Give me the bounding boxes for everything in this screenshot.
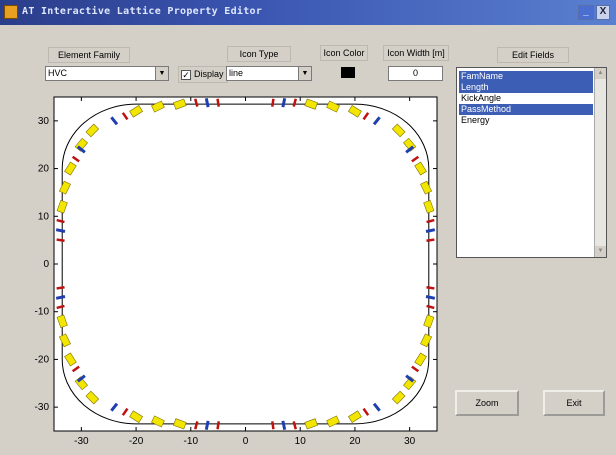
x-tick-label: 30 <box>404 436 416 447</box>
y-tick-label: 20 <box>38 164 50 175</box>
zoom-button[interactable]: Zoom <box>455 390 519 416</box>
x-tick-label: 20 <box>349 436 361 447</box>
x-tick-label: 10 <box>295 436 307 447</box>
y-tick-label: -10 <box>35 307 50 318</box>
y-tick-label: 0 <box>43 259 49 270</box>
y-tick-label: -20 <box>35 354 50 365</box>
x-tick-label: 0 <box>243 436 249 447</box>
x-tick-label: -20 <box>129 436 144 447</box>
y-tick-label: 10 <box>38 211 50 222</box>
main-window: AT Interactive Lattice Property Editor _… <box>0 0 616 455</box>
x-tick-label: -10 <box>184 436 199 447</box>
x-tick-label: -30 <box>74 436 89 447</box>
y-tick-label: -30 <box>35 402 50 413</box>
plot-axes-box <box>53 96 438 432</box>
lattice-plot[interactable]: -30 -20 -10 0 10 20 30 -30 -20 -10 0 10 20 30 <box>0 0 616 455</box>
exit-button[interactable]: Exit <box>543 390 605 416</box>
y-tick-label: 30 <box>38 116 50 127</box>
